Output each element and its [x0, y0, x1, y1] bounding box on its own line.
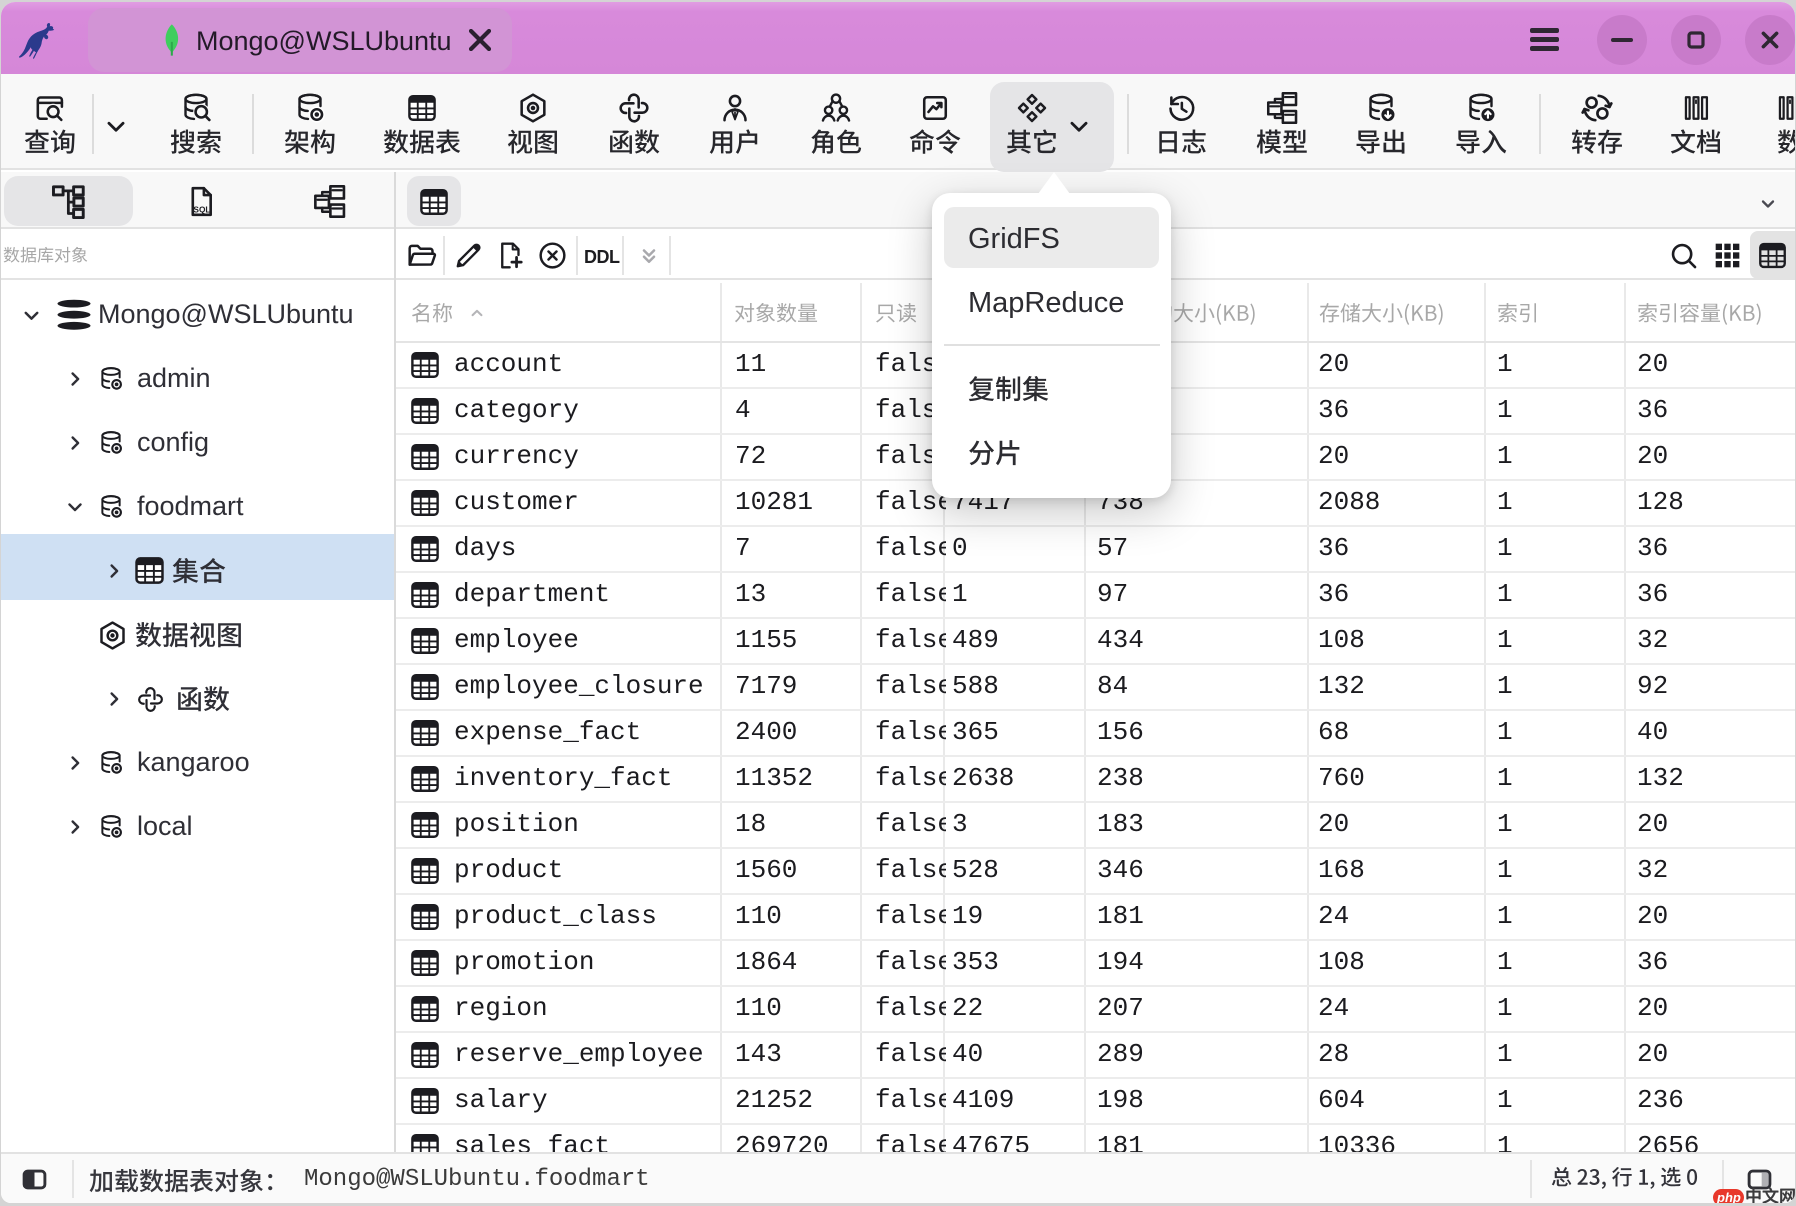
svg-text:SQL: SQL	[193, 204, 210, 214]
